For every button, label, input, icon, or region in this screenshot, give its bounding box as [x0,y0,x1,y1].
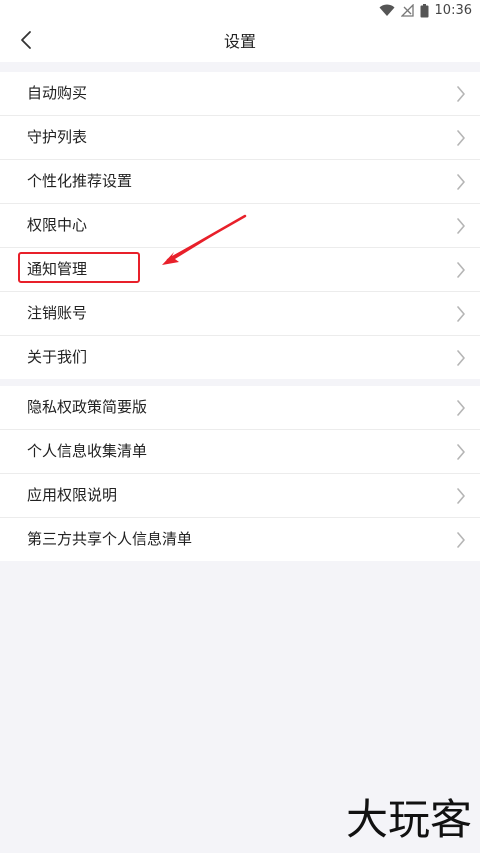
setting-label: 个人信息收集清单 [27,442,148,460]
setting-label: 关于我们 [27,348,88,366]
setting-privacy-policy-summary[interactable]: 隐私权政策简要版 [0,386,480,430]
setting-label: 应用权限说明 [27,486,118,504]
status-icons: 10:36 [379,3,472,18]
setting-label: 自动购买 [27,84,88,102]
chevron-right-icon [457,400,465,416]
setting-label: 个性化推荐设置 [27,172,133,190]
watermark-logo: 大玩客 [345,795,472,844]
setting-permission-center[interactable]: 权限中心 [0,204,480,248]
status-bar: 10:36 [0,0,480,22]
battery-icon [420,3,429,18]
setting-label: 通知管理 [27,260,88,278]
chevron-right-icon [457,130,465,146]
chevron-right-icon [457,306,465,322]
app-header: 设置 [0,22,480,62]
settings-group-main: 自动购买 守护列表 个性化推荐设置 权限中心 通知管理 注销账号 关于我们 [0,72,480,379]
setting-personalized-recommendation[interactable]: 个性化推荐设置 [0,160,480,204]
setting-label: 注销账号 [27,304,88,322]
page-title: 设置 [223,32,256,51]
settings-group-privacy: 隐私权政策简要版 个人信息收集清单 应用权限说明 第三方共享个人信息清单 [0,386,480,561]
setting-notification-management[interactable]: 通知管理 [0,248,480,292]
chevron-right-icon [457,86,465,102]
no-signal-icon [400,4,414,17]
setting-guard-list[interactable]: 守护列表 [0,116,480,160]
setting-cancel-account[interactable]: 注销账号 [0,292,480,336]
setting-third-party-sharing-list[interactable]: 第三方共享个人信息清单 [0,518,480,561]
chevron-right-icon [457,218,465,234]
setting-label: 权限中心 [27,216,88,234]
chevron-right-icon [457,444,465,460]
chevron-right-icon [457,174,465,190]
chevron-right-icon [457,350,465,366]
chevron-right-icon [457,262,465,278]
setting-about-us[interactable]: 关于我们 [0,336,480,379]
chevron-right-icon [457,532,465,548]
setting-app-permission-description[interactable]: 应用权限说明 [0,474,480,518]
setting-label: 隐私权政策简要版 [27,398,148,416]
setting-auto-purchase[interactable]: 自动购买 [0,72,480,116]
status-time: 10:36 [434,3,472,18]
chevron-right-icon [457,488,465,504]
setting-label: 守护列表 [27,128,88,146]
setting-label: 第三方共享个人信息清单 [27,530,193,548]
wifi-icon [379,4,395,17]
setting-personal-info-collection-list[interactable]: 个人信息收集清单 [0,430,480,474]
